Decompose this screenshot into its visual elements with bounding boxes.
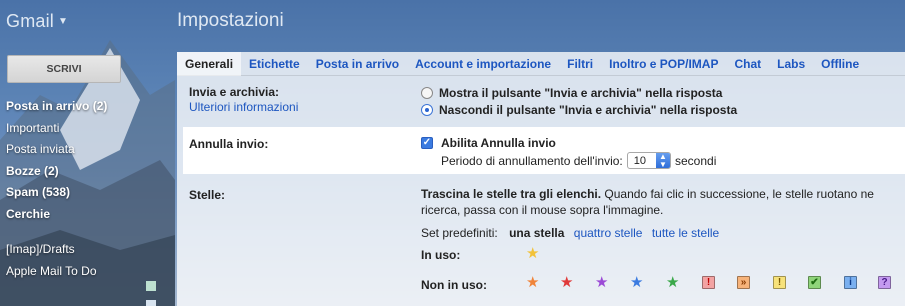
purple-question-icon[interactable]: ? (878, 276, 891, 289)
undo-send-enable-label: Abilita Annulla invio (441, 136, 556, 150)
undo-send-period-prefix: Periodo di annullamento dell'invio: (441, 153, 623, 168)
green-check-icon[interactable]: ✔ (808, 276, 821, 289)
tab-labels[interactable]: Etichette (241, 52, 308, 76)
sidebar-label-imap-drafts[interactable]: [Imap]/Drafts (6, 239, 166, 261)
page-title: Impostazioni (177, 10, 284, 31)
undo-send-period-suffix: secondi (675, 153, 717, 168)
settings-panel: Generali Etichette Posta in arrivo Accou… (177, 51, 905, 306)
undo-send-period-value: 10 (633, 154, 646, 167)
sidebar-item-sent[interactable]: Posta inviata (6, 139, 166, 161)
undo-send-period-row: Periodo di annullamento dell'invio: 10 ▲… (441, 152, 716, 169)
yellow-star-icon[interactable]: ★ (526, 246, 539, 261)
sidebar-item-circles[interactable]: Cerchie (6, 204, 166, 226)
tab-forwarding-pop-imap[interactable]: Inoltro e POP/IMAP (601, 52, 726, 76)
sidebar-label-apple-mail-todo[interactable]: Apple Mail To Do (6, 261, 166, 283)
sidebar-item-drafts[interactable]: Bozze (2) (6, 161, 166, 183)
blue-star-icon[interactable]: ★ (630, 275, 643, 290)
red-bang-icon[interactable]: ! (702, 276, 715, 289)
gmail-app-switcher[interactable]: Gmail ▼ (6, 11, 68, 32)
send-archive-show-option[interactable]: Mostra il pulsante "Invia e archivia" ne… (421, 86, 722, 100)
undo-send-enable-option[interactable]: ✓ Abilita Annulla invio (421, 136, 556, 150)
orange-guillemet-icon[interactable]: » (737, 276, 750, 289)
red-star-icon[interactable]: ★ (560, 275, 573, 290)
send-archive-hide-label: Nascondi il pulsante "Invia e archivia" … (439, 103, 738, 117)
stars-in-use-label: In uso: (421, 248, 461, 262)
sidebar-item-inbox[interactable]: Posta in arrivo (2) (6, 96, 166, 118)
chevron-down-icon: ▼ (58, 16, 69, 27)
blue-info-icon[interactable]: i (844, 276, 857, 289)
stars-not-in-use-label: Non in uso: (421, 278, 487, 292)
tab-filters[interactable]: Filtri (559, 52, 601, 76)
send-archive-show-radio[interactable] (421, 87, 433, 99)
undo-send-period-select[interactable]: 10 ▲ ▼ (626, 152, 671, 169)
stars-description-bold: Trascina le stelle tra gli elenchi. (421, 187, 602, 201)
purple-star-icon[interactable]: ★ (595, 275, 608, 290)
star-presets-label: Set predefiniti: (421, 226, 498, 240)
send-archive-hide-option[interactable]: Nascondi il pulsante "Invia e archivia" … (421, 103, 737, 117)
tab-chat[interactable]: Chat (726, 52, 769, 76)
preset-all-stars-link[interactable]: tutte le stelle (652, 226, 719, 240)
send-archive-hide-radio[interactable] (421, 104, 433, 116)
settings-tabs: Generali Etichette Posta in arrivo Accou… (177, 51, 905, 76)
label-color-swatch (146, 281, 156, 291)
stars-description-line-2: ricerca, passa con il mouse sopra l'imma… (421, 203, 664, 217)
app-name: Gmail (6, 11, 55, 31)
more-info-link[interactable]: Ulteriori informazioni (189, 100, 298, 114)
preset-four-stars-link[interactable]: quattro stelle (574, 226, 643, 240)
sidebar-item-spam[interactable]: Spam (538) (6, 182, 166, 204)
tab-inbox[interactable]: Posta in arrivo (308, 52, 407, 76)
preset-one-star: una stella (509, 226, 565, 240)
tab-accounts-import[interactable]: Account e importazione (407, 52, 559, 76)
green-star-icon[interactable]: ★ (666, 275, 679, 290)
stepper-arrows-icon: ▲ ▼ (656, 153, 670, 168)
tab-labs[interactable]: Labs (769, 52, 813, 76)
orange-star-icon[interactable]: ★ (526, 275, 539, 290)
sidebar-nav: Posta in arrivo (2) Importanti Posta inv… (6, 96, 166, 282)
tab-offline[interactable]: Offline (813, 52, 867, 76)
undo-send-checkbox[interactable]: ✓ (421, 137, 433, 149)
tab-general[interactable]: Generali (177, 51, 242, 76)
star-presets-row: Set predefiniti: una stella quattro stel… (421, 226, 719, 240)
stars-description-line-1: Trascina le stelle tra gli elenchi. Quan… (421, 187, 874, 201)
send-archive-label: Invia e archivia: (189, 85, 280, 99)
label-color-swatch (146, 300, 156, 306)
compose-button[interactable]: SCRIVI (7, 55, 121, 83)
yellow-bang-icon[interactable]: ! (773, 276, 786, 289)
top-bar: Gmail ▼ Impostazioni (0, 0, 905, 44)
send-archive-show-label: Mostra il pulsante "Invia e archivia" ne… (439, 86, 723, 100)
sidebar-item-important[interactable]: Importanti (6, 118, 166, 140)
undo-send-label: Annulla invio: (189, 137, 269, 151)
stars-description-text: Quando fai clic in successione, le stell… (601, 187, 874, 201)
stars-label: Stelle: (189, 188, 226, 202)
